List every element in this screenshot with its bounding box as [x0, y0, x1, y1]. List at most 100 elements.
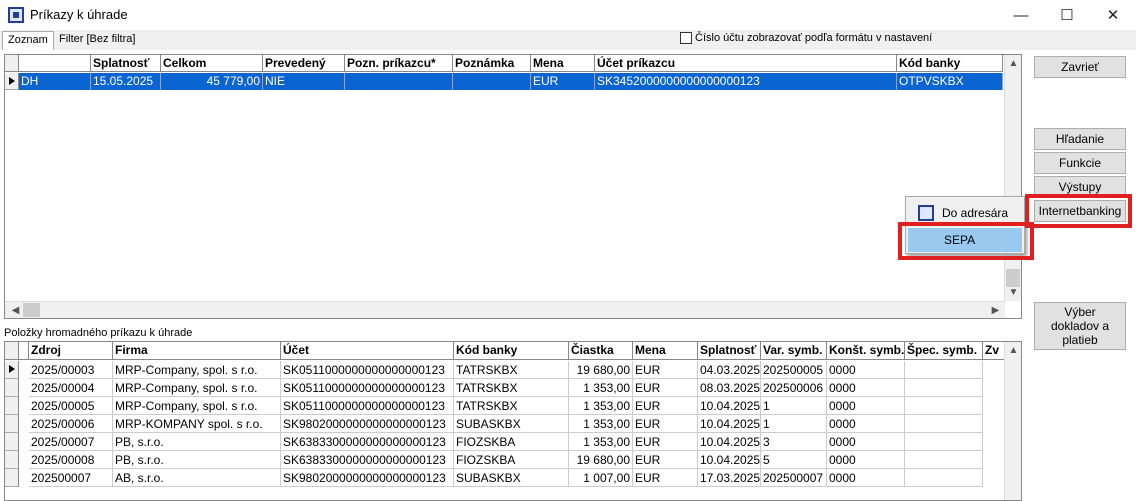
- cell-amount: 1 353,00: [569, 379, 633, 397]
- cell-bank-code: TATRSKBX: [454, 379, 569, 397]
- tab-filter[interactable]: Filter [Bez filtra]: [54, 31, 140, 50]
- cell-due-date: 17.03.2025: [698, 469, 761, 487]
- grid-corner: [5, 55, 19, 72]
- cell-payer-note: [345, 73, 453, 90]
- cell-transferred: NIE: [263, 73, 345, 90]
- cell-currency: EUR: [633, 415, 698, 433]
- col-header-zv[interactable]: Zv: [983, 342, 1005, 360]
- col-header-bank-code[interactable]: Kód banky: [454, 342, 569, 360]
- cell-var-symbol: 202500005: [761, 361, 827, 379]
- cell-account: SK6383300000000000000123: [281, 451, 454, 469]
- cell-spec-symbol: [905, 451, 983, 469]
- cell-amount: 19 680,00: [569, 361, 633, 379]
- col-header-account[interactable]: Účet: [281, 342, 454, 360]
- col-header-payer-note[interactable]: Pozn. príkazcu*: [345, 55, 453, 72]
- table-row[interactable]: 2025/00007 PB, s.r.o. SK638330000000000000…: [5, 433, 1005, 451]
- scroll-left-icon[interactable]: ◀: [7, 305, 24, 316]
- col-header-company[interactable]: Firma: [113, 342, 281, 360]
- highlight-sepa: [898, 222, 1034, 260]
- col-header-source[interactable]: Zdroj: [29, 342, 113, 360]
- col-header-var-symbol[interactable]: Var. symb.: [761, 342, 827, 360]
- col-header-spec-symbol[interactable]: Špec. symb.: [905, 342, 983, 360]
- hscroll-thumb[interactable]: [23, 303, 40, 317]
- items-vertical-scrollbar[interactable]: ▲: [1004, 342, 1021, 500]
- cell-currency: EUR: [633, 451, 698, 469]
- cell-account: SK9802000000000000000123: [281, 469, 454, 487]
- close-window-button[interactable]: ✕: [1090, 0, 1136, 30]
- cell-amount: 1 353,00: [569, 397, 633, 415]
- col-header-note[interactable]: Poznámka: [453, 55, 531, 72]
- cell-currency: EUR: [633, 397, 698, 415]
- cell-bank-code: OTPVSKBX: [897, 73, 1003, 90]
- tab-zoznam[interactable]: Zoznam: [2, 31, 54, 50]
- cell-company: PB, s.r.o.: [113, 433, 281, 451]
- cell-company: AB, s.r.o.: [113, 469, 281, 487]
- account-format-checkbox[interactable]: [680, 32, 692, 44]
- cell-source: 2025/00007: [29, 433, 113, 451]
- col-header-amount[interactable]: Čiastka: [569, 342, 633, 360]
- col-header-bank-code[interactable]: Kód banky: [897, 55, 1003, 72]
- col-header-const-symbol[interactable]: Konšt. symb.: [827, 342, 905, 360]
- cell-var-symbol: 5: [761, 451, 827, 469]
- cell-source: 2025/00004: [29, 379, 113, 397]
- col-header-due-date[interactable]: Splatnosť: [91, 55, 161, 72]
- cell-type: DH: [19, 73, 91, 90]
- cell-var-symbol: 202500006: [761, 379, 827, 397]
- cell-due-date: 10.04.2025: [698, 433, 761, 451]
- cell-bank-code: TATRSKBX: [454, 361, 569, 379]
- cell-company: MRP-Company, spol. s r.o.: [113, 361, 281, 379]
- cell-amount: 1 007,00: [569, 469, 633, 487]
- cell-bank-code: FIOZSKBA: [454, 451, 569, 469]
- col-header-payer-account[interactable]: Účet príkazcu: [595, 55, 897, 72]
- col-header-due-date[interactable]: Splatnosť: [698, 342, 761, 360]
- cell-company: PB, s.r.o.: [113, 451, 281, 469]
- cell-const-symbol: 0000: [827, 451, 905, 469]
- menu-item-label: Do adresára: [942, 206, 1009, 220]
- table-row[interactable]: 2025/00004 MRP-Company, spol. s r.o. SK051…: [5, 379, 1005, 397]
- horizontal-scrollbar[interactable]: ◀ ▶: [5, 301, 1005, 318]
- scroll-down-icon[interactable]: ▼: [1005, 287, 1022, 298]
- col-header-currency[interactable]: Mena: [531, 55, 595, 72]
- scroll-right-icon[interactable]: ▶: [987, 305, 1004, 316]
- table-row[interactable]: 2025/00003 MRP-Company, spol. s r.o. SK051…: [5, 361, 1005, 379]
- items-grid[interactable]: Zdroj Firma Účet Kód banky Čiastka Mena …: [4, 341, 1022, 501]
- scroll-thumb[interactable]: [1006, 269, 1020, 287]
- table-row[interactable]: 2025/00008 PB, s.r.o. SK638330000000000000…: [5, 451, 1005, 469]
- cell-currency: EUR: [633, 379, 698, 397]
- maximize-button[interactable]: ☐: [1044, 0, 1090, 30]
- cell-source: 2025/00006: [29, 415, 113, 433]
- select-documents-button[interactable]: Výber dokladov a platieb: [1034, 302, 1126, 350]
- col-header-currency[interactable]: Mena: [633, 342, 698, 360]
- orders-grid[interactable]: Splatnosť Celkom Prevedený Pozn. príkazc…: [4, 54, 1022, 319]
- cell-currency: EUR: [633, 433, 698, 451]
- cell-source: 2025/00008: [29, 451, 113, 469]
- functions-button[interactable]: Funkcie: [1034, 152, 1126, 174]
- scroll-up-icon[interactable]: ▲: [1005, 345, 1022, 356]
- col-header-transferred[interactable]: Prevedený: [263, 55, 345, 72]
- search-button[interactable]: Hľadanie: [1034, 128, 1126, 150]
- table-row[interactable]: 2025/00006 MRP-KOMPANY spol. s r.o. SK9802…: [5, 415, 1005, 433]
- vertical-scrollbar[interactable]: ▲ ▼: [1004, 55, 1021, 301]
- cell-spec-symbol: [905, 469, 983, 487]
- cell-source: 202500007: [29, 469, 113, 487]
- col-header-type[interactable]: [19, 55, 91, 72]
- col-header-total[interactable]: Celkom: [161, 55, 263, 72]
- table-row[interactable]: 202500007 AB, s.r.o. SK9802000000000000000…: [5, 469, 1005, 487]
- cell-currency: EUR: [633, 361, 698, 379]
- table-row[interactable]: DH 15.05.2025 45 779,00 NIE EUR SK345200…: [19, 73, 1003, 90]
- cell-due-date: 04.03.2025: [698, 361, 761, 379]
- tab-strip: [0, 30, 1136, 50]
- minimize-button[interactable]: —: [998, 0, 1044, 30]
- cell-note: [453, 73, 531, 90]
- close-button[interactable]: Zavrieť: [1034, 56, 1126, 78]
- cell-spec-symbol: [905, 361, 983, 379]
- scroll-up-icon[interactable]: ▲: [1005, 58, 1022, 69]
- cell-company: MRP-Company, spol. s r.o.: [113, 379, 281, 397]
- cell-const-symbol: 0000: [827, 469, 905, 487]
- cell-due-date: 10.04.2025: [698, 397, 761, 415]
- table-row[interactable]: 2025/00005 MRP-Company, spol. s r.o. SK051…: [5, 397, 1005, 415]
- account-format-option[interactable]: Číslo účtu zobrazovať podľa formátu v na…: [680, 32, 932, 44]
- cell-spec-symbol: [905, 433, 983, 451]
- cell-const-symbol: 0000: [827, 433, 905, 451]
- cell-var-symbol: 1: [761, 415, 827, 433]
